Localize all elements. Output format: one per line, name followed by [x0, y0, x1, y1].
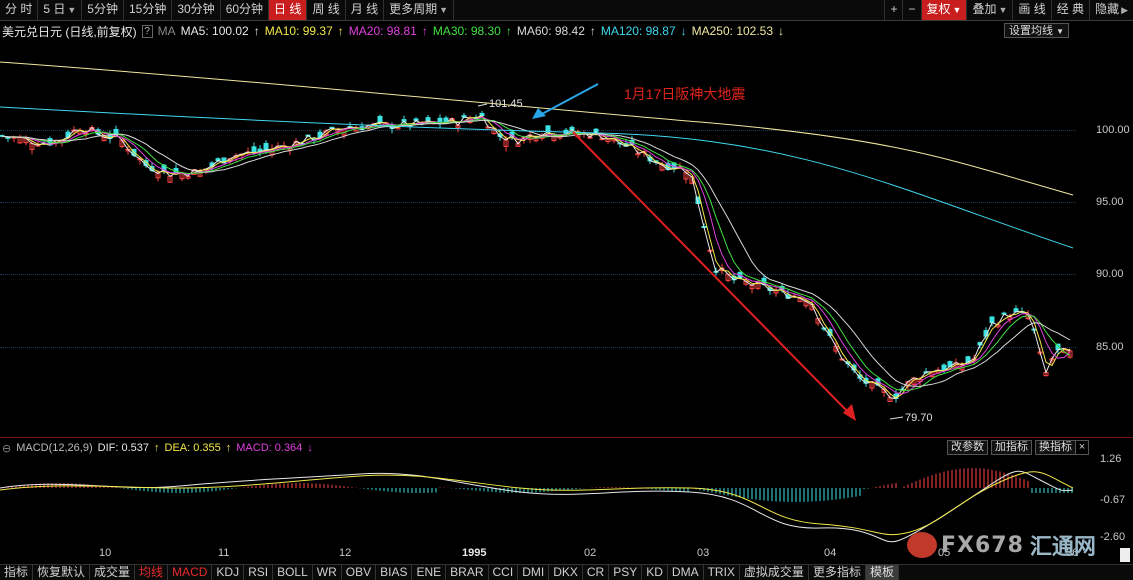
- arrow-down-icon: ↓: [307, 442, 313, 454]
- indicator-tab[interactable]: WR: [313, 565, 342, 580]
- low-price-tag: 79.70: [905, 412, 933, 424]
- indicator-tab[interactable]: 模板: [865, 565, 899, 580]
- date-axis-label: 11: [218, 547, 230, 559]
- logo-cn: 汇通网: [1029, 534, 1096, 559]
- indicator-tab[interactable]: 恢复默认: [33, 565, 91, 580]
- dea-line: [0, 471, 1074, 536]
- indicator-tab[interactable]: 指标: [0, 565, 34, 580]
- add-indicator-button[interactable]: 加指标: [991, 440, 1032, 455]
- dif-value: DIF: 0.537: [97, 442, 149, 454]
- arrow-up-icon: ↑: [154, 442, 160, 454]
- logo-icon: [907, 532, 937, 558]
- macd-title: MACD(12,26,9): [16, 442, 93, 454]
- ma250-line: [0, 61, 1074, 196]
- switch-indicator-button[interactable]: 换指标: [1035, 440, 1076, 455]
- earthquake-annotation: 1月17日阪神大地震: [624, 86, 746, 102]
- panel-divider: [0, 437, 1133, 438]
- indicator-tab[interactable]: ENE: [412, 565, 447, 580]
- indicator-tab[interactable]: 虚拟成交量: [740, 565, 809, 580]
- ma-line: [1, 119, 1071, 387]
- macd-buttons: 改参数 加指标 换指标: [944, 440, 1076, 455]
- macd-value: MACD: 0.364: [236, 442, 303, 454]
- date-axis-label: 04: [824, 547, 837, 559]
- indicator-tab[interactable]: PSY: [609, 565, 643, 580]
- ma120-line: [0, 106, 1074, 249]
- indicator-tab[interactable]: KD: [642, 565, 668, 580]
- date-axis-label: 1995: [462, 547, 487, 559]
- ma-line: [1, 118, 1071, 391]
- candle-body: [545, 125, 551, 133]
- indicator-tab[interactable]: DMA: [668, 565, 704, 580]
- macd-axis-label: -0.67: [1100, 494, 1126, 506]
- macd-legend: ⊖ MACD(12,26,9) DIF: 0.537 ↑ DEA: 0.355 …: [0, 440, 318, 456]
- indicator-tab[interactable]: CCI: [489, 565, 519, 580]
- arrow-up-icon: ↑: [225, 442, 232, 454]
- candle-body: [263, 142, 269, 151]
- red-arrow: [572, 131, 849, 413]
- close-icon[interactable]: ×: [1075, 440, 1089, 455]
- date-axis-label: 03: [697, 547, 710, 559]
- candle-body: [377, 115, 383, 123]
- dea-value: DEA: 0.355: [164, 442, 221, 454]
- indicator-tab[interactable]: 成交量: [90, 565, 136, 580]
- help-icon[interactable]: ⊖: [2, 442, 11, 455]
- date-axis-label: 02: [584, 547, 597, 559]
- indicator-tab[interactable]: DMI: [518, 565, 550, 580]
- date-axis-label: 10: [99, 547, 112, 559]
- indicator-tab[interactable]: BOLL: [273, 565, 313, 580]
- candle-body: [113, 128, 119, 135]
- ma-line: [1, 116, 1071, 395]
- macd-axis-label: 1.26: [1100, 453, 1122, 465]
- edit-params-button[interactable]: 改参数: [947, 440, 988, 455]
- indicator-tab[interactable]: CR: [583, 565, 610, 580]
- indicator-tab[interactable]: MACD: [168, 565, 213, 580]
- indicator-tab[interactable]: 更多指标: [809, 565, 866, 580]
- indicator-tab[interactable]: BIAS: [376, 565, 413, 580]
- indicator-tab[interactable]: BRAR: [446, 565, 489, 580]
- indicator-tabs: 指标 恢复默认 成交量 均线 MACD KDJ RSI BOLL WR OBV BIAS ENE BRA…: [0, 564, 1133, 580]
- indicator-tab[interactable]: TRIX: [704, 565, 740, 580]
- indicator-tab[interactable]: 均线: [135, 565, 169, 580]
- scroll-handle[interactable]: [1120, 548, 1130, 562]
- low-marker: [889, 416, 904, 420]
- indicator-tab[interactable]: KDJ: [212, 565, 245, 580]
- macd-axis-label: -2.60: [1100, 531, 1126, 543]
- high-marker: [477, 103, 488, 107]
- ma-line: [1, 116, 1071, 399]
- red-arrow-head: [843, 404, 856, 421]
- logo-latin: FX678: [941, 532, 1024, 558]
- indicator-tab[interactable]: OBV: [342, 565, 377, 580]
- indicator-tab[interactable]: DKX: [549, 565, 583, 580]
- ma-line: [1, 114, 1071, 400]
- indicator-tab[interactable]: RSI: [244, 565, 274, 580]
- price-chart[interactable]: [0, 0, 1133, 560]
- high-price-tag: 101.45: [489, 98, 523, 110]
- date-axis-label: 12: [339, 547, 352, 559]
- fx678-logo: FX678 汇通网: [907, 531, 1096, 559]
- candle-body: [989, 316, 995, 324]
